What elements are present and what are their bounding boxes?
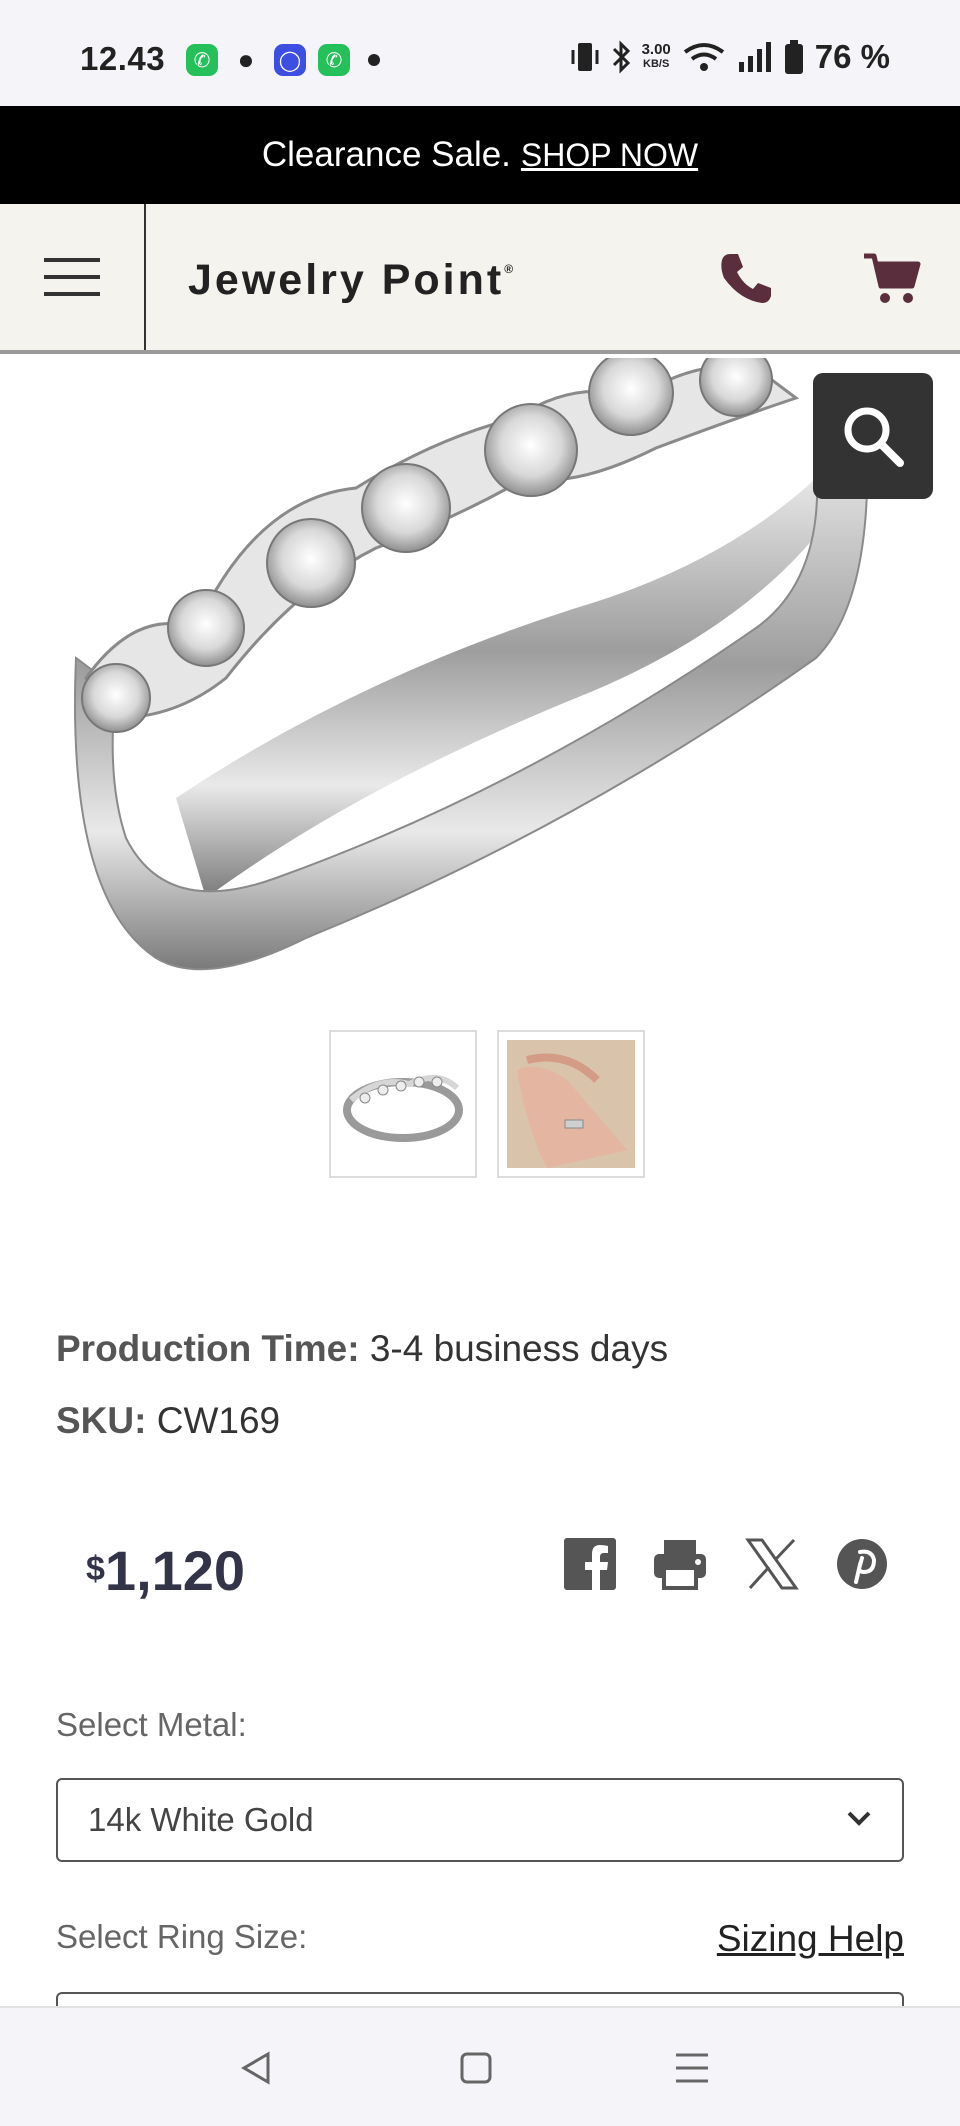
x-twitter-icon xyxy=(745,1538,799,1590)
pinterest-icon xyxy=(837,1539,887,1589)
facebook-share-button[interactable] xyxy=(562,1536,618,1592)
promo-text: Clearance Sale. xyxy=(261,135,511,174)
whatsapp-icon: ✆ xyxy=(318,44,350,76)
back-button[interactable] xyxy=(226,2038,286,2098)
image-thumbnails xyxy=(329,1030,645,1178)
thumbnail-hand[interactable] xyxy=(497,1030,645,1178)
network-speed: 3.00 KB/S xyxy=(641,41,671,70)
hamburger-icon xyxy=(44,258,100,296)
wifi-icon xyxy=(683,43,724,71)
hand-thumbnail-image xyxy=(507,1040,635,1168)
whatsapp-icon: ✆ xyxy=(186,44,218,76)
notification-icons: ✆ ● ◯ ✆ xyxy=(186,44,380,76)
status-bar: 12.43 ✆ ● ◯ ✆ 3.00 KB/S 76 % xyxy=(0,0,960,106)
thumbnail-ring[interactable] xyxy=(329,1030,477,1178)
sku: SKU: CW169 xyxy=(56,1400,280,1442)
shop-now-link[interactable]: SHOP NOW xyxy=(521,137,698,174)
brand-logo[interactable]: Jewelry Point® xyxy=(188,256,516,305)
search-icon xyxy=(844,407,904,467)
signal-icon: ◯ xyxy=(274,44,306,76)
metal-select-value: 14k White Gold xyxy=(88,1801,314,1838)
system-navigation-bar xyxy=(0,2006,960,2126)
cellular-signal-icon xyxy=(738,42,771,72)
ring-image xyxy=(74,358,869,971)
search-button[interactable] xyxy=(813,373,933,499)
price-amount: 1,120 xyxy=(104,1539,246,1602)
pinterest-share-button[interactable] xyxy=(834,1536,890,1592)
product-image[interactable] xyxy=(56,358,904,1018)
sku-label: SKU: xyxy=(56,1400,147,1441)
more-notifications-dot-icon xyxy=(368,54,380,66)
ring-thumbnail-image xyxy=(343,1075,463,1142)
select-metal-label: Select Metal: xyxy=(56,1706,247,1743)
print-icon xyxy=(654,1540,706,1590)
vibrate-icon xyxy=(571,43,599,71)
chevron-down-icon xyxy=(847,1811,871,1826)
sku-value: CW169 xyxy=(156,1400,281,1441)
bluetooth-icon xyxy=(612,40,630,74)
select-ring-size-label: Select Ring Size: xyxy=(56,1918,308,1955)
facebook-icon xyxy=(564,1538,616,1590)
battery-icon xyxy=(784,40,803,74)
phone-icon[interactable] xyxy=(716,248,776,308)
back-triangle-icon xyxy=(241,2051,270,2085)
cart-icon[interactable] xyxy=(862,248,922,308)
battery-percentage: 76 % xyxy=(814,38,890,75)
sizing-help-link[interactable]: Sizing Help xyxy=(717,1918,904,1960)
chat-bubble-icon: ● xyxy=(237,44,255,75)
home-button[interactable] xyxy=(446,2038,506,2098)
system-status: 3.00 KB/S 76 % xyxy=(570,38,890,76)
production-time-label: Production Time: xyxy=(56,1328,360,1369)
site-header: Jewelry Point® xyxy=(0,204,960,354)
product-price: $1,120 xyxy=(86,1538,245,1603)
home-square-icon xyxy=(460,2052,492,2084)
metal-select[interactable]: 14k White Gold xyxy=(56,1778,904,1862)
status-time: 12.43 xyxy=(80,40,166,77)
production-time-value: 3-4 business days xyxy=(369,1328,669,1369)
price-currency: $ xyxy=(86,1550,105,1588)
promo-bar: Clearance Sale. SHOP NOW xyxy=(0,106,960,204)
menu-button[interactable] xyxy=(0,204,146,350)
print-button[interactable] xyxy=(652,1536,708,1592)
recents-lines-icon xyxy=(676,2053,708,2083)
recents-button[interactable] xyxy=(662,2038,722,2098)
production-time: Production Time: 3-4 business days xyxy=(56,1328,668,1370)
x-share-button[interactable] xyxy=(744,1536,800,1592)
